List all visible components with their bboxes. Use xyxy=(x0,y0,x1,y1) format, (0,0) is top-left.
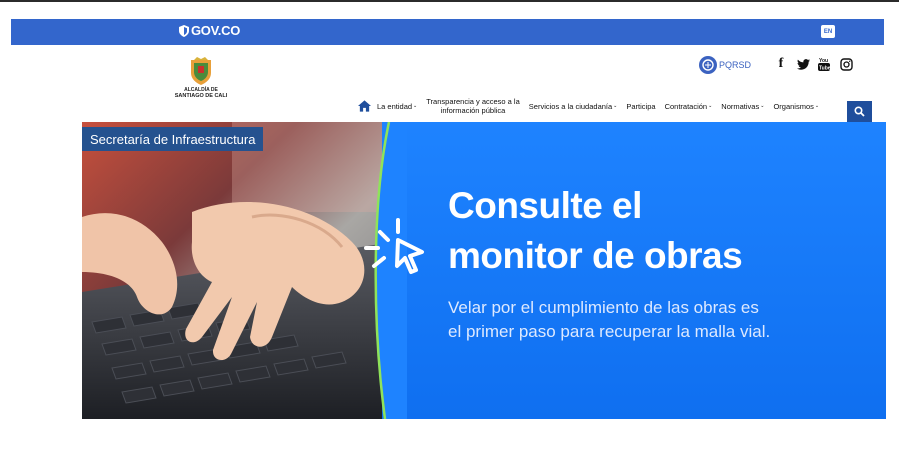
svg-text:Tube: Tube xyxy=(819,66,830,72)
hands-on-keyboard-image xyxy=(82,122,392,419)
facebook-icon[interactable]: f xyxy=(774,56,788,71)
chevron-down-icon: ⌄ xyxy=(814,103,820,109)
nav-item-contratacion[interactable]: Contratación ⌄ xyxy=(665,102,713,111)
language-button[interactable]: EN xyxy=(821,25,835,38)
nav-item-label: Organismos xyxy=(773,101,814,111)
nav-item-organismos[interactable]: Organismos ⌄ xyxy=(773,102,819,111)
nav-item-label-line2: información pública xyxy=(440,106,506,115)
city-name-line2: SANTIAGO DE CALI xyxy=(174,93,228,99)
pqrsd-icon xyxy=(699,56,717,74)
nav-item-label: La entidad xyxy=(377,101,413,111)
hero-banner[interactable]: Secretaría de Infraestructura Consulte e… xyxy=(82,122,886,419)
nav-item-label-line1: Transparencia y acceso a la xyxy=(426,97,520,106)
page: GOV.CO EN ALCALDÍA DE SANTIAGO DE CALI P… xyxy=(0,0,899,459)
search-icon xyxy=(854,106,865,117)
govco-bar: GOV.CO EN xyxy=(11,19,884,45)
chevron-down-icon: ⌄ xyxy=(708,103,713,109)
main-nav: La entidad ⌄ Transparencia y acceso a la … xyxy=(358,91,828,121)
nav-item-label: Normativas xyxy=(721,101,760,111)
city-logo[interactable]: ALCALDÍA DE SANTIAGO DE CALI xyxy=(171,57,231,99)
twitter-icon[interactable] xyxy=(796,57,810,71)
top-divider xyxy=(0,0,899,2)
section-label[interactable]: Secretaría de Infraestructura xyxy=(82,127,264,151)
hero-subtext-line2: el primer paso para recuperar la malla v… xyxy=(448,322,771,341)
nav-item-participa[interactable]: Participa xyxy=(626,102,655,111)
city-crest-icon xyxy=(191,57,211,85)
nav-item-servicios[interactable]: Servicios a la ciudadanía ⌄ xyxy=(529,102,618,111)
nav-item-label: Contratación xyxy=(664,101,708,111)
hero-headline-line1: Consulte el xyxy=(448,185,642,226)
chevron-down-icon: ⌄ xyxy=(413,103,418,109)
pqrsd-label: PQRSD xyxy=(719,60,752,70)
govco-text: GOV.CO xyxy=(191,23,241,38)
govco-logo[interactable]: GOV.CO xyxy=(179,23,240,38)
hero-headline-line2: monitor de obras xyxy=(448,235,743,276)
search-button[interactable] xyxy=(847,101,872,122)
hero-photo xyxy=(82,122,392,419)
chevron-down-icon: ⌄ xyxy=(613,103,618,109)
cursor-click-icon xyxy=(364,218,424,274)
chevron-down-icon: ⌄ xyxy=(760,103,765,109)
nav-item-la-entidad[interactable]: La entidad ⌄ xyxy=(377,102,417,111)
pqrsd-link[interactable]: PQRSD xyxy=(699,56,751,74)
youtube-icon[interactable]: You Tube xyxy=(817,57,831,71)
home-icon[interactable] xyxy=(358,100,371,112)
nav-item-transparencia[interactable]: Transparencia y acceso a la información … xyxy=(426,97,520,115)
govco-shield-icon xyxy=(179,24,189,37)
instagram-icon[interactable] xyxy=(839,57,853,71)
hero-subtext-line1: Velar por el cumplimiento de las obras e… xyxy=(448,298,759,317)
nav-item-label: Servicios a la ciudadanía xyxy=(528,101,613,111)
site-header: ALCALDÍA DE SANTIAGO DE CALI PQRSD f You… xyxy=(11,45,884,122)
nav-item-label: Participa xyxy=(626,101,656,111)
nav-item-normativas[interactable]: Normativas ⌄ xyxy=(721,102,764,111)
